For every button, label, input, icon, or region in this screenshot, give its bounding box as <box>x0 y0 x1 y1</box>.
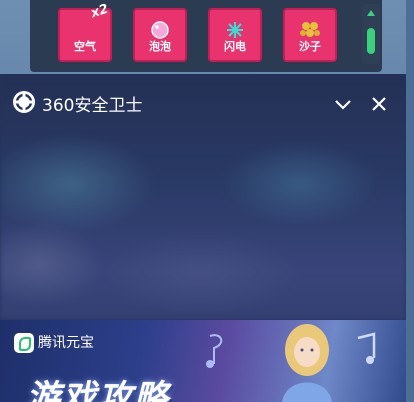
tool-air-button[interactable]: x2 空气 <box>58 2 112 62</box>
toolbar-scrollbar[interactable] <box>362 4 380 64</box>
game-toolbar: x2 空气 泡泡 闪电 沙子 <box>30 0 382 72</box>
yuanbao-logo-icon <box>14 333 34 353</box>
window-edge <box>406 0 414 402</box>
tool-spark-button[interactable]: 闪电 <box>208 8 262 62</box>
music-note-icon <box>357 332 376 364</box>
360-logo-icon <box>13 91 35 113</box>
music-note-icon <box>206 334 223 368</box>
ad-banner[interactable]: 腾讯元宝 游戏攻略 <box>0 320 406 402</box>
scroll-up-icon[interactable] <box>367 10 375 16</box>
tool-sand-button[interactable]: 沙子 <box>283 8 337 62</box>
count-badge: x2 <box>88 1 110 22</box>
tool-label: 沙子 <box>299 40 321 53</box>
tool-label: 泡泡 <box>149 40 171 53</box>
ad-sponsor: 腾讯元宝 <box>14 332 94 354</box>
tool-label: 空气 <box>74 40 96 53</box>
close-icon[interactable] <box>369 94 389 114</box>
spark-icon <box>227 22 243 38</box>
bubble-icon <box>151 21 169 39</box>
sand-icon <box>300 22 320 37</box>
ad-headline: 游戏攻略 <box>26 378 170 402</box>
chevron-down-icon[interactable] <box>333 94 353 114</box>
scroll-thumb[interactable] <box>367 28 375 54</box>
tool-label: 闪电 <box>224 40 246 53</box>
panel-title-bar: 360安全卫士 <box>0 88 406 118</box>
panel-title: 360安全卫士 <box>42 96 143 116</box>
popup-panel: 360安全卫士 腾讯元宝 游戏攻略 <box>0 74 407 402</box>
character-illustration <box>282 324 332 402</box>
sponsor-name: 腾讯元宝 <box>38 335 94 351</box>
tool-bubble-button[interactable]: 泡泡 <box>133 8 187 62</box>
